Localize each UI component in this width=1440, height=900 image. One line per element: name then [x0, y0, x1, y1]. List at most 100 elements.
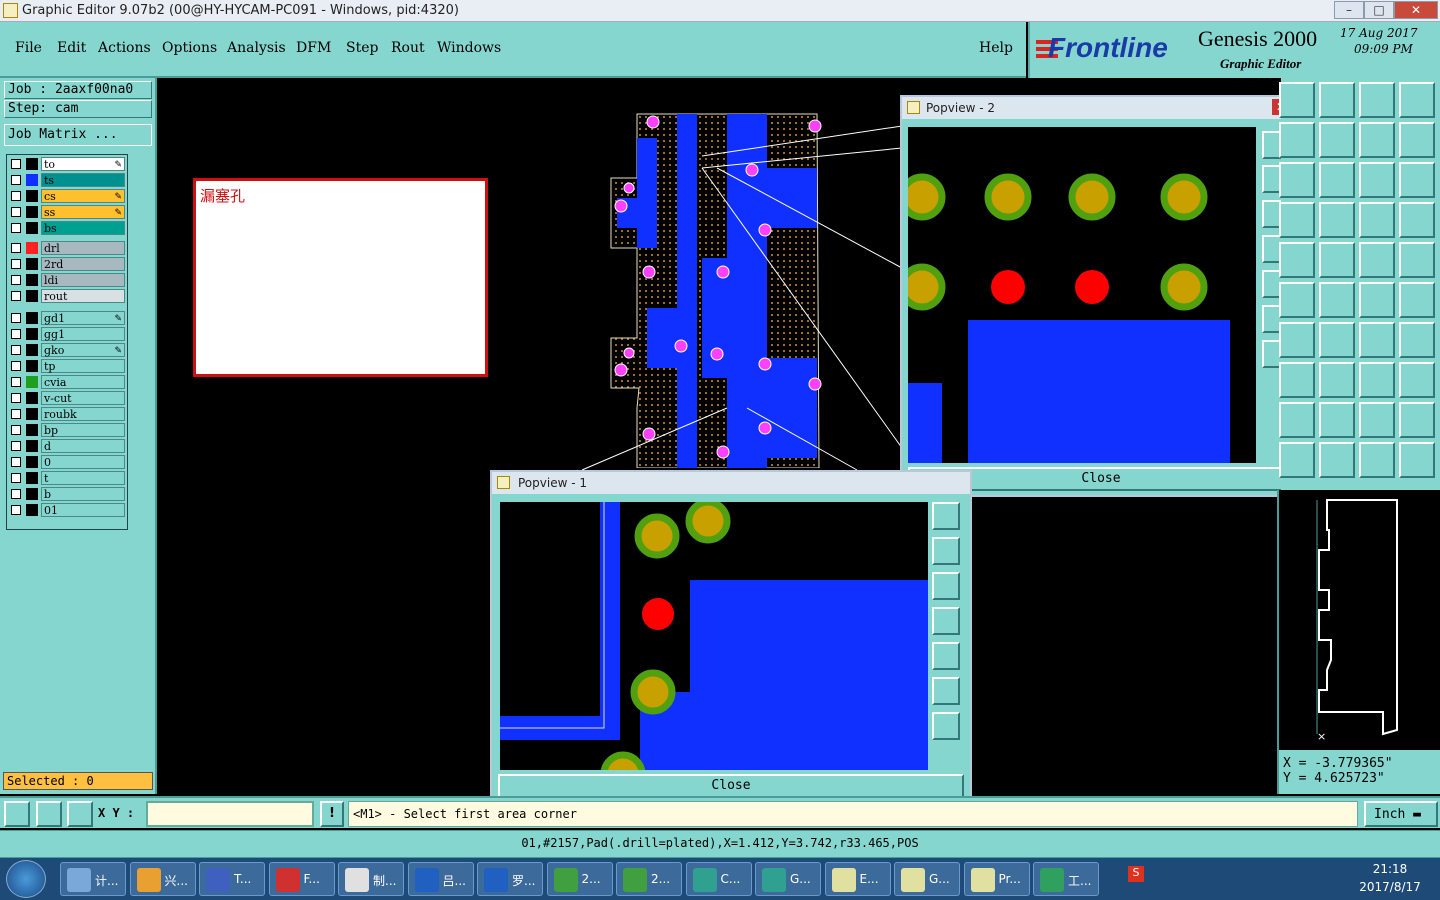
- pv1-pan-left-icon[interactable]: [932, 607, 960, 635]
- layer-name[interactable]: v-cut: [41, 391, 125, 405]
- taskbar-item[interactable]: 罗...: [477, 862, 543, 896]
- layer-checkbox[interactable]: [11, 345, 21, 355]
- layer-name[interactable]: gd1 ✎: [41, 311, 125, 325]
- pv1-zoom-icon[interactable]: [932, 502, 960, 530]
- menu-windows[interactable]: Windows: [437, 40, 501, 56]
- layer-row-0[interactable]: 0: [7, 455, 125, 469]
- layer-checkbox[interactable]: [11, 393, 21, 403]
- pan-icon[interactable]: [1319, 162, 1355, 198]
- layer-name[interactable]: rout: [41, 289, 125, 303]
- taskbar-item[interactable]: F...: [268, 862, 335, 896]
- layer-row-gg1[interactable]: gg1: [7, 327, 125, 341]
- taskbar-item[interactable]: 兴...: [129, 862, 196, 896]
- taskbar-item[interactable]: G...: [894, 862, 960, 896]
- job-matrix-button[interactable]: Job Matrix ...: [4, 124, 152, 146]
- layer-checkbox[interactable]: [11, 409, 21, 419]
- layer-checkbox[interactable]: [11, 291, 21, 301]
- layer-name[interactable]: tp: [41, 359, 125, 373]
- stretch-icon[interactable]: [1359, 282, 1395, 318]
- layer-row-to[interactable]: to ✎: [7, 157, 125, 171]
- layer-checkbox[interactable]: [11, 223, 21, 233]
- menu-options[interactable]: Options: [162, 40, 217, 56]
- menu-actions[interactable]: Actions: [98, 40, 151, 56]
- cursor-icon[interactable]: [1319, 442, 1355, 478]
- layer-checkbox[interactable]: [11, 159, 21, 169]
- window-icon[interactable]: [1399, 82, 1435, 118]
- menu-rout[interactable]: Rout: [391, 40, 425, 56]
- cut-icon[interactable]: [1279, 282, 1315, 318]
- layer-checkbox[interactable]: [11, 441, 21, 451]
- s-icon[interactable]: [1399, 122, 1435, 158]
- xy-input[interactable]: [146, 801, 314, 827]
- measure-icon[interactable]: [36, 801, 62, 827]
- undo-icon[interactable]: [1359, 322, 1395, 358]
- home-icon[interactable]: [1359, 82, 1395, 118]
- layer-row-bp[interactable]: bp: [7, 423, 125, 437]
- taskbar-item[interactable]: G...: [755, 862, 821, 896]
- layer-checkbox[interactable]: [11, 425, 21, 435]
- triangle-alt-icon[interactable]: [1399, 402, 1435, 438]
- layer-row-t[interactable]: t: [7, 471, 125, 485]
- layer-row-cs[interactable]: cs ✎: [7, 189, 125, 203]
- grid-icon[interactable]: [67, 801, 93, 827]
- triangle-up-icon[interactable]: [1359, 402, 1395, 438]
- layer-name[interactable]: cs ✎: [41, 189, 125, 203]
- system-tray-icons[interactable]: [1160, 868, 1320, 888]
- shape-icon[interactable]: [1399, 362, 1435, 398]
- layer-row-2rd[interactable]: 2rd: [7, 257, 125, 271]
- rotate-icon[interactable]: [1279, 162, 1315, 198]
- select-icon[interactable]: [1279, 82, 1315, 118]
- array-icon[interactable]: [1359, 362, 1395, 398]
- layer-name[interactable]: to ✎: [41, 157, 125, 171]
- taskbar-item[interactable]: 工...: [1033, 862, 1099, 896]
- layer-name[interactable]: cvia: [41, 375, 125, 389]
- scale-icon[interactable]: [1359, 162, 1395, 198]
- surface-icon[interactable]: [1279, 402, 1315, 438]
- layer-checkbox[interactable]: [11, 329, 21, 339]
- measure-icon[interactable]: [1279, 362, 1315, 398]
- layer-row-cvia[interactable]: cvia: [7, 375, 125, 389]
- layer-checkbox[interactable]: [11, 191, 21, 201]
- pv1-pan-down-icon[interactable]: [932, 572, 960, 600]
- triangle-icon[interactable]: [1319, 402, 1355, 438]
- hand-icon[interactable]: [1399, 442, 1435, 478]
- menu-step[interactable]: Step: [346, 40, 378, 56]
- taskbar-item[interactable]: 2...: [546, 862, 613, 896]
- flip-icon[interactable]: [1399, 322, 1435, 358]
- start-button[interactable]: [6, 860, 46, 898]
- pv1-pan-right-icon[interactable]: [932, 642, 960, 670]
- delete-icon[interactable]: [1319, 282, 1355, 318]
- layer-name[interactable]: ts: [41, 173, 125, 187]
- draw-icon[interactable]: [1319, 322, 1355, 358]
- features-icon[interactable]: [1359, 202, 1395, 238]
- taskbar-item[interactable]: C...: [685, 862, 752, 896]
- layer-row-rout[interactable]: rout: [7, 289, 125, 303]
- zoom-area-icon[interactable]: [4, 801, 30, 827]
- layer-row-gd1[interactable]: gd1 ✎: [7, 311, 125, 325]
- taskbar-item[interactable]: 2...: [616, 862, 682, 896]
- copy-icon[interactable]: [1319, 122, 1355, 158]
- layer-checkbox[interactable]: [11, 457, 21, 467]
- pv1-pan-up-icon[interactable]: [932, 537, 960, 565]
- layer-checkbox[interactable]: [11, 313, 21, 323]
- layer-name[interactable]: drl: [41, 241, 125, 255]
- units-dropdown[interactable]: Inch ▬: [1364, 801, 1438, 827]
- layer-name[interactable]: t: [41, 471, 125, 485]
- layer-row-01[interactable]: 01: [7, 503, 125, 517]
- add-icon[interactable]: [1319, 242, 1355, 278]
- pv1-center-icon[interactable]: [932, 712, 960, 740]
- layer-row-b[interactable]: b: [7, 487, 125, 501]
- taskbar-item[interactable]: E...: [824, 862, 891, 896]
- layer-row-ts[interactable]: ts: [7, 173, 125, 187]
- arc-icon[interactable]: [1279, 322, 1315, 358]
- layer-name[interactable]: gko ✎: [41, 343, 125, 357]
- tray-app-icon[interactable]: S: [1128, 866, 1144, 882]
- layer-name[interactable]: ss ✎: [41, 205, 125, 219]
- mirror-icon[interactable]: [1359, 122, 1395, 158]
- layer-name[interactable]: 0: [41, 455, 125, 469]
- layer-row-ss[interactable]: ss ✎: [7, 205, 125, 219]
- pv1-fit-icon[interactable]: [932, 677, 960, 705]
- popview-1-close-button[interactable]: Close: [498, 774, 964, 798]
- minimize-button[interactable]: –: [1334, 1, 1364, 19]
- layer-row-drl[interactable]: drl: [7, 241, 125, 255]
